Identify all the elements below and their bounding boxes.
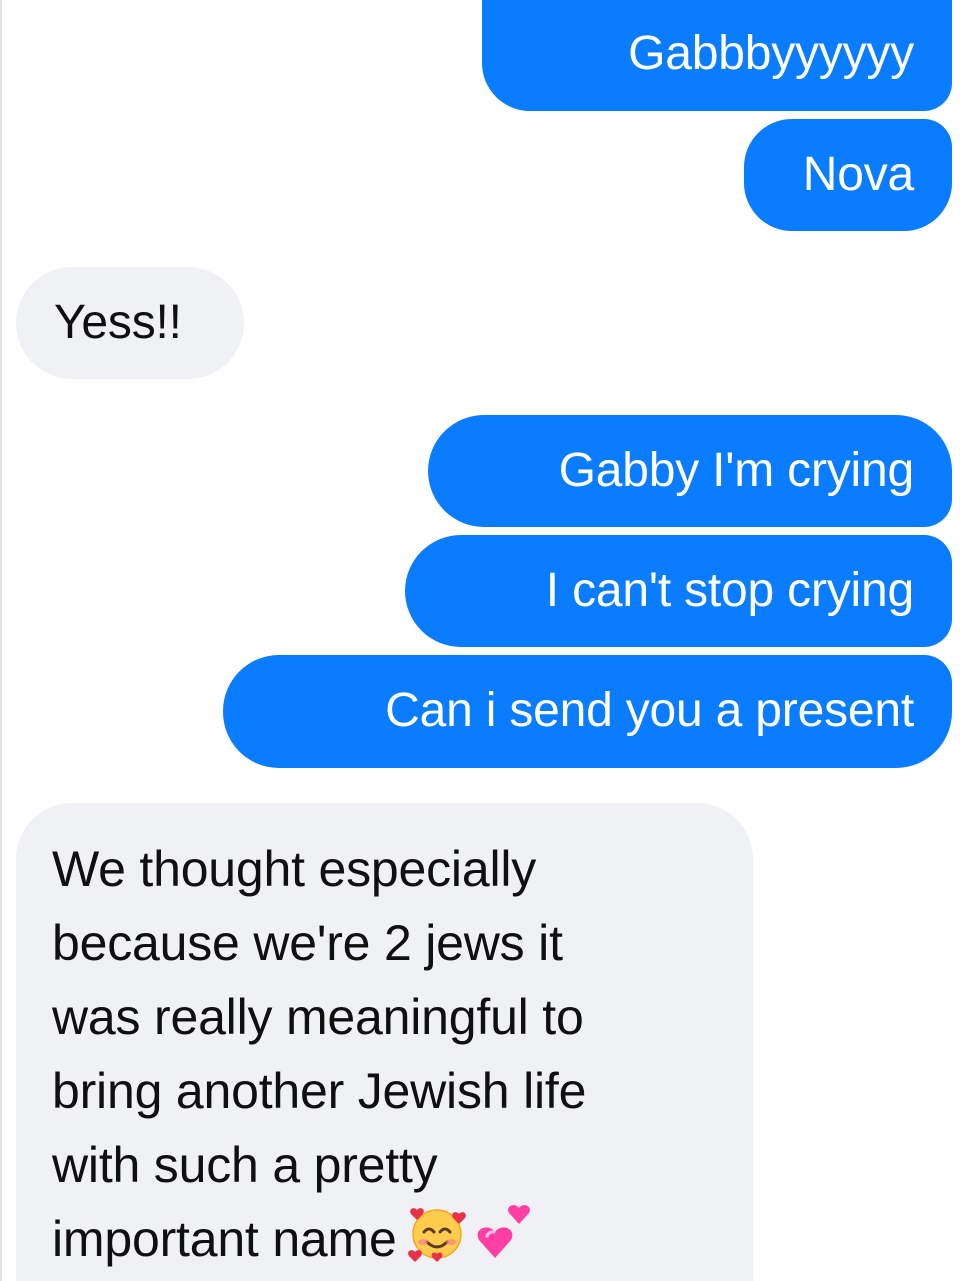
sent-message-bubble[interactable]: I can't stop crying <box>405 535 952 647</box>
sent-message-bubble[interactable]: Nova <box>744 119 952 231</box>
message-text: Can i send you a present <box>385 684 914 737</box>
message-line: We thought especially <box>52 841 537 897</box>
sent-message-bubble[interactable]: Can i send you a present <box>223 655 952 768</box>
message-text: I can't stop crying <box>545 564 914 617</box>
message-text: Gabbbyyyyyy <box>628 27 914 80</box>
two-hearts-icon <box>469 1202 535 1281</box>
message-line: important name <box>52 1211 397 1267</box>
message-line-with-emoji: important name <box>52 1202 753 1281</box>
message-line: because we're 2 jews it <box>52 915 563 971</box>
message-text: Yess!! <box>54 296 182 349</box>
message-line: bring another Jewish life <box>52 1063 587 1119</box>
smiling-face-with-hearts-icon <box>407 1202 467 1281</box>
message-line: was really meaningful to <box>52 989 584 1045</box>
received-message-bubble[interactable]: We thought especially because we're 2 je… <box>16 803 753 1281</box>
message-text: Gabby I'm crying <box>558 444 915 497</box>
chat-left-border <box>0 0 2 1281</box>
sent-message-bubble[interactable]: Gabbbyyyyyy <box>482 0 952 111</box>
sent-message-bubble[interactable]: Gabby I'm crying <box>428 415 952 527</box>
received-message-bubble[interactable]: Yess!! <box>16 267 244 379</box>
message-line: with such a pretty <box>52 1137 438 1193</box>
message-text: Nova <box>802 148 914 201</box>
